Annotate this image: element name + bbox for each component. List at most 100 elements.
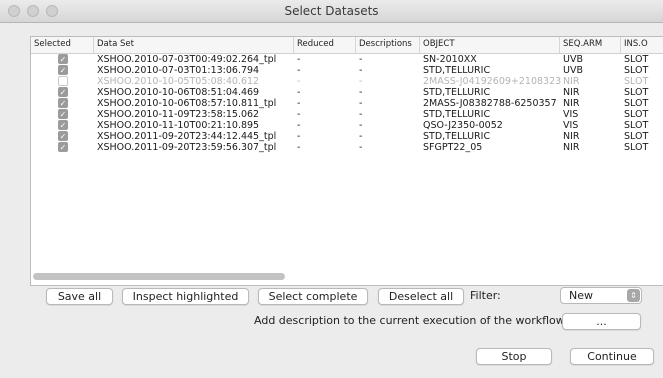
cell-data-set: XSHOO.2011-09-20T23:59:56.307_tpl [97,142,277,153]
selected-checkbox[interactable]: ✓ [58,98,68,108]
cell-data-set: XSHOO.2010-10-06T08:57:10.811_tpl [97,98,277,109]
deselect-all-button[interactable]: Deselect all [378,288,464,305]
selected-checkbox[interactable]: ✓ [58,120,68,130]
cell-reduced: - [297,65,301,76]
select-complete-button[interactable]: Select complete [258,288,368,305]
filter-label: Filter: [470,289,501,302]
selected-checkbox[interactable]: ✓ [58,65,68,75]
cell-object: STD,TELLURIC [423,87,491,98]
table-row[interactable]: ✓ XSHOO.2011-09-20T23:59:56.307_tpl - - SFGP… [31,142,663,153]
cell-data-set: XSHOO.2011-09-20T23:44:12.445_tpl [97,131,277,142]
table-row[interactable]: ✓ XSHOO.2010-10-06T08:57:10.811_tpl - - 2MAS… [31,98,663,109]
inspect-highlighted-button[interactable]: Inspect highlighted [122,288,249,305]
cell-seq-arm: NIR [563,142,580,153]
cell-ins-o: SLOT [624,76,649,87]
cell-data-set: XSHOO.2010-10-05T05:08:40.612 [97,76,260,87]
checkmark-icon: ✓ [59,88,67,97]
cell-descriptions: - [359,109,363,120]
checkmark-icon: ✓ [59,143,67,152]
column-divider[interactable] [355,37,356,53]
table-row[interactable]: ✓ XSHOO.2011-09-20T23:44:12.445_tpl - - STD,… [31,131,663,142]
cell-reduced: - [297,142,301,153]
table-row[interactable]: ✓ XSHOO.2010-11-09T23:58:15.062 - - STD,TELL… [31,109,663,120]
column-divider[interactable] [93,37,94,53]
cell-object: SN-2010XX [423,54,477,65]
stop-button[interactable]: Stop [476,348,552,365]
column-header-selected[interactable]: Selected [34,39,71,49]
chevron-up-down-icon: ⇕ [627,289,640,302]
cell-descriptions: - [359,142,363,153]
filter-select-value: New [569,289,593,302]
selected-checkbox[interactable]: ✓ [58,131,68,141]
checkmark-icon: ✓ [59,66,67,75]
cell-reduced: - [297,98,301,109]
continue-button[interactable]: Continue [570,348,654,365]
cell-descriptions: - [359,131,363,142]
cell-descriptions: - [359,120,363,131]
table-row[interactable]: XSHOO.2010-10-05T05:08:40.612 - - 2MASS-J04… [31,76,663,87]
column-divider[interactable] [419,37,420,53]
filter-select[interactable]: New ⇕ [560,287,642,304]
cell-data-set: XSHOO.2010-11-09T23:58:15.062 [97,109,260,120]
cell-ins-o: SLOT [624,131,649,142]
column-divider[interactable] [620,37,621,53]
selected-checkbox[interactable] [58,76,68,86]
cell-data-set: XSHOO.2010-07-03T01:13:06.794 [97,65,260,76]
column-header-data-set[interactable]: Data Set [97,39,134,49]
selected-checkbox[interactable]: ✓ [58,87,68,97]
cell-reduced: - [297,109,301,120]
table-row[interactable]: ✓ XSHOO.2010-11-10T00:21:10.895 - - QSO-J235… [31,120,663,131]
cell-ins-o: SLOT [624,54,649,65]
column-header-reduced[interactable]: Reduced [297,39,334,49]
save-all-button[interactable]: Save all [46,288,113,305]
cell-ins-o: SLOT [624,120,649,131]
cell-seq-arm: NIR [563,98,580,109]
cell-ins-o: SLOT [624,98,649,109]
cell-object: 2MASS-J08382788-6250357 [423,98,557,109]
cell-descriptions: - [359,54,363,65]
cell-seq-arm: UVB [563,65,583,76]
cell-object: STD,TELLURIC [423,131,491,142]
description-label: Add description to the current execution… [254,314,568,327]
cell-reduced: - [297,54,301,65]
datasets-table[interactable]: Selected Data Set Reduced Descriptions O… [30,36,663,286]
column-divider[interactable] [559,37,560,53]
cell-ins-o: SLOT [624,65,649,76]
title-bar: Select Datasets [0,0,663,23]
table-row[interactable]: ✓ XSHOO.2010-07-03T00:49:02.264_tpl - - SN-2… [31,54,663,65]
cell-reduced: - [297,87,301,98]
cell-seq-arm: VIS [563,120,579,131]
checkmark-icon: ✓ [59,55,67,64]
checkmark-icon: ✓ [59,110,67,119]
cell-ins-o: SLOT [624,109,649,120]
cell-seq-arm: NIR [563,76,580,87]
cell-seq-arm: NIR [563,131,580,142]
selected-checkbox[interactable]: ✓ [58,54,68,64]
horizontal-scrollbar[interactable] [33,273,285,280]
column-header-seq-arm[interactable]: SEQ.ARM [563,39,602,49]
select-datasets-window: Select Datasets Selected Data Set Reduce… [0,0,663,378]
column-header-ins-o[interactable]: INS.O [624,39,648,49]
cell-object: SFGPT22_05 [423,142,483,153]
cell-reduced: - [297,76,301,87]
add-description-button[interactable]: ... [562,313,641,330]
selected-checkbox[interactable]: ✓ [58,109,68,119]
column-header-descriptions[interactable]: Descriptions [359,39,412,49]
checkmark-icon: ✓ [59,99,67,108]
selected-checkbox[interactable]: ✓ [58,142,68,152]
column-divider[interactable] [293,37,294,53]
cell-seq-arm: UVB [563,54,583,65]
checkmark-icon: ✓ [59,132,67,141]
cell-descriptions: - [359,65,363,76]
cell-object: 2MASS-J04192609+2108323 [423,76,561,87]
cell-reduced: - [297,131,301,142]
cell-seq-arm: VIS [563,109,579,120]
cell-object: QSO-J2350-0052 [423,120,503,131]
cell-descriptions: - [359,98,363,109]
table-row[interactable]: ✓ XSHOO.2010-07-03T01:13:06.794 - - STD,TELL… [31,65,663,76]
column-header-object[interactable]: OBJECT [423,39,455,49]
cell-reduced: - [297,120,301,131]
cell-data-set: XSHOO.2010-07-03T00:49:02.264_tpl [97,54,277,65]
table-row[interactable]: ✓ XSHOO.2010-10-06T08:51:04.469 - - STD,TELL… [31,87,663,98]
cell-data-set: XSHOO.2010-11-10T00:21:10.895 [97,120,260,131]
